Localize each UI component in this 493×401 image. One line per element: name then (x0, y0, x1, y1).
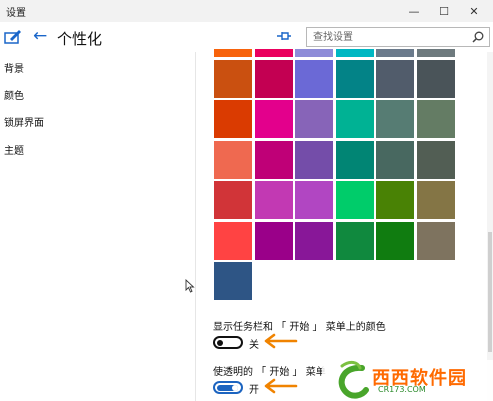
search-input[interactable] (307, 28, 467, 46)
color-swatch[interactable] (214, 140, 252, 179)
color-swatch[interactable] (254, 140, 293, 179)
page-title: 个性化 (57, 30, 103, 48)
sidebar-item-background[interactable]: 背景 (4, 60, 24, 75)
color-swatch[interactable] (416, 59, 455, 98)
minimize-button[interactable]: — (399, 0, 429, 22)
title-bar: 设置 — ☐ ✕ (0, 0, 493, 22)
accent-color-grid (214, 49, 455, 307)
color-swatch[interactable] (214, 262, 252, 300)
sidebar-item-colors[interactable]: 颜色 (4, 87, 24, 102)
color-swatch[interactable] (376, 181, 414, 219)
color-swatch[interactable] (254, 181, 293, 219)
taskbar-color-label: 显示任务栏和 「 开始 」 菜单上的颜色 (213, 322, 386, 333)
color-swatch[interactable] (214, 221, 252, 260)
color-swatch[interactable] (335, 221, 374, 260)
color-swatch[interactable] (376, 49, 414, 57)
color-swatch[interactable] (254, 59, 293, 98)
color-swatch[interactable] (376, 221, 414, 260)
color-swatch[interactable] (416, 100, 455, 138)
color-swatch[interactable] (214, 59, 252, 98)
scrollbar[interactable] (487, 52, 493, 401)
annotation-arrow-icon (264, 378, 298, 394)
pane-divider (195, 52, 196, 401)
maximize-button[interactable]: ☐ (429, 0, 459, 22)
color-swatch[interactable] (214, 181, 252, 219)
window-title: 设置 (6, 8, 26, 19)
color-swatch[interactable] (295, 140, 333, 179)
color-swatch[interactable] (254, 49, 293, 57)
color-swatch[interactable] (295, 59, 333, 98)
color-swatch[interactable] (335, 49, 374, 57)
color-swatch[interactable] (335, 181, 374, 219)
search-box[interactable] (306, 27, 490, 47)
color-swatch[interactable] (416, 140, 455, 179)
color-swatch[interactable] (335, 140, 374, 179)
color-swatch[interactable] (335, 59, 374, 98)
color-swatch[interactable] (295, 49, 333, 57)
color-swatch[interactable] (335, 100, 374, 138)
sidebar-item-lock-screen[interactable]: 锁屏界面 (4, 114, 44, 129)
color-swatch[interactable] (376, 59, 414, 98)
color-swatch[interactable] (214, 49, 252, 57)
search-icon[interactable] (472, 31, 484, 43)
scroll-thumb[interactable] (488, 232, 492, 352)
sidebar-item-themes[interactable]: 主题 (4, 142, 24, 157)
color-swatch[interactable] (254, 221, 293, 260)
personalization-edit-icon (4, 30, 21, 44)
taskbar-color-toggle[interactable] (213, 336, 243, 349)
color-swatch[interactable] (416, 181, 455, 219)
header: ← 个性化 (0, 22, 493, 52)
taskbar-color-state: 关 (249, 340, 259, 351)
color-swatch[interactable] (376, 140, 414, 179)
color-swatch[interactable] (295, 100, 333, 138)
color-swatch[interactable] (416, 221, 455, 260)
close-button[interactable]: ✕ (459, 0, 489, 22)
back-arrow-icon[interactable]: ← (33, 26, 47, 46)
color-swatch[interactable] (254, 100, 293, 138)
watermark-url: CR173.COM (378, 385, 426, 394)
mouse-cursor-icon (185, 279, 195, 293)
color-swatch[interactable] (295, 181, 333, 219)
pin-icon[interactable] (276, 29, 292, 43)
color-swatch[interactable] (295, 221, 333, 260)
color-swatch[interactable] (214, 100, 252, 138)
color-swatch[interactable] (416, 49, 455, 57)
annotation-arrow-icon (264, 333, 298, 349)
color-swatch[interactable] (376, 100, 414, 138)
transparency-label: 使透明的 「 开始 」 菜单 (213, 367, 326, 378)
transparency-state: 开 (249, 385, 259, 396)
transparency-toggle[interactable] (213, 381, 243, 394)
